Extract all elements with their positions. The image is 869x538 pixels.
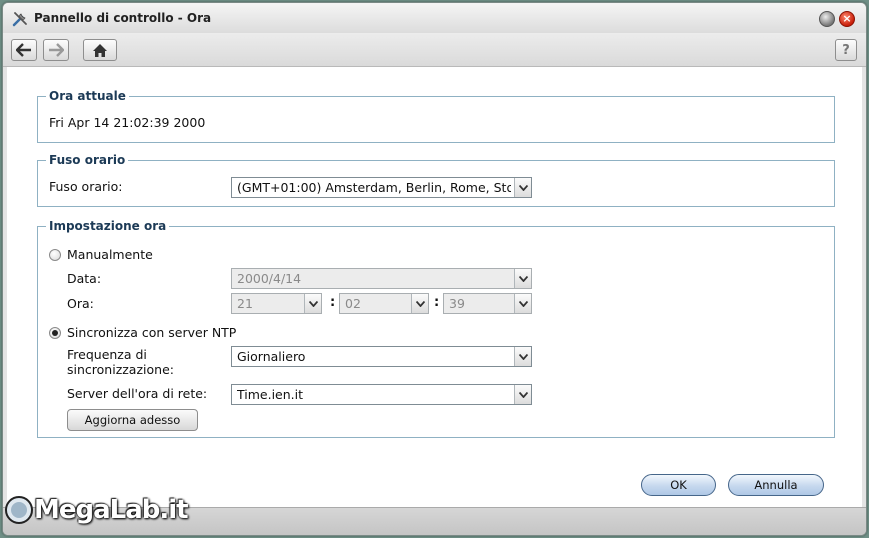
window-title: Pannello di controllo - Ora: [34, 11, 212, 25]
sync-frequency-label-line1: Frequenza di: [67, 347, 147, 362]
chevron-down-icon[interactable]: [514, 385, 531, 404]
sync-frequency-label-line2: sincronizzazione:: [67, 362, 174, 377]
sync-frequency-select[interactable]: Giornaliero: [231, 346, 532, 367]
chevron-down-icon[interactable]: [514, 294, 531, 313]
hour-select-value: 21: [237, 296, 253, 311]
back-button[interactable]: [11, 39, 37, 61]
time-setting-group: Impostazione ora Manualmente Data: 2000/…: [37, 219, 835, 438]
ntp-radio[interactable]: [49, 327, 61, 339]
help-button[interactable]: ?: [835, 39, 857, 61]
timezone-group: Fuso orario Fuso orario: (GMT+01:00) Ams…: [37, 153, 835, 207]
chevron-down-icon[interactable]: [304, 294, 321, 313]
watermark-badge-icon: [5, 496, 33, 524]
ntp-server-label: Server dell'ora di rete:: [67, 386, 208, 401]
update-now-button[interactable]: Aggiorna adesso: [67, 409, 198, 431]
date-select[interactable]: 2000/4/14: [231, 268, 532, 289]
timezone-label: Fuso orario:: [49, 179, 123, 194]
current-time-group: Ora attuale Fri Apr 14 21:02:39 2000: [37, 89, 835, 143]
time-separator: :: [434, 295, 440, 310]
tools-icon: [12, 12, 27, 27]
minute-select[interactable]: 02: [339, 293, 429, 314]
watermark-text: MegaLab.it: [34, 495, 189, 525]
date-select-value: 2000/4/14: [237, 271, 302, 286]
time-separator: :: [330, 295, 336, 310]
close-button[interactable]: ×: [839, 11, 855, 27]
arrow-right-icon: [49, 43, 64, 57]
current-time-legend: Ora attuale: [46, 89, 129, 103]
second-select-value: 39: [449, 296, 465, 311]
chevron-down-icon[interactable]: [514, 269, 531, 288]
time-setting-legend: Impostazione ora: [46, 219, 170, 233]
ntp-server-value: Time.ien.it: [237, 387, 303, 402]
chevron-down-icon[interactable]: [514, 178, 531, 197]
current-time-value: Fri Apr 14 21:02:39 2000: [49, 115, 206, 130]
timezone-legend: Fuso orario: [46, 153, 129, 167]
manual-radio-label[interactable]: Manualmente: [67, 247, 153, 262]
timezone-select-value: (GMT+01:00) Amsterdam, Berlin, Rome, Sto…: [237, 180, 511, 195]
minimize-button[interactable]: [819, 11, 835, 27]
ntp-radio-label[interactable]: Sincronizza con server NTP: [67, 325, 236, 340]
manual-radio[interactable]: [49, 249, 61, 261]
second-select[interactable]: 39: [443, 293, 532, 314]
timezone-select[interactable]: (GMT+01:00) Amsterdam, Berlin, Rome, Sto…: [231, 177, 532, 198]
control-panel-window: Pannello di controllo - Ora × ? Ora attu…: [2, 2, 867, 536]
sync-frequency-value: Giornaliero: [237, 349, 306, 364]
title-bar: Pannello di controllo - Ora ×: [3, 3, 866, 33]
ok-button[interactable]: OK: [641, 474, 716, 496]
chevron-down-icon[interactable]: [411, 294, 428, 313]
arrow-left-icon: [16, 43, 31, 57]
cancel-button[interactable]: Annulla: [728, 474, 824, 496]
chevron-down-icon[interactable]: [514, 347, 531, 366]
content-area: Ora attuale Fri Apr 14 21:02:39 2000 Fus…: [7, 67, 862, 507]
toolbar: ?: [3, 33, 866, 67]
date-label: Data:: [67, 271, 102, 286]
hour-select[interactable]: 21: [231, 293, 322, 314]
watermark-logo: MegaLab.it: [4, 491, 189, 533]
home-icon: [93, 43, 107, 57]
time-label: Ora:: [67, 296, 94, 311]
ntp-server-select[interactable]: Time.ien.it: [231, 384, 532, 405]
home-button[interactable]: [83, 39, 117, 61]
minute-select-value: 02: [345, 296, 361, 311]
forward-button[interactable]: [43, 39, 69, 61]
